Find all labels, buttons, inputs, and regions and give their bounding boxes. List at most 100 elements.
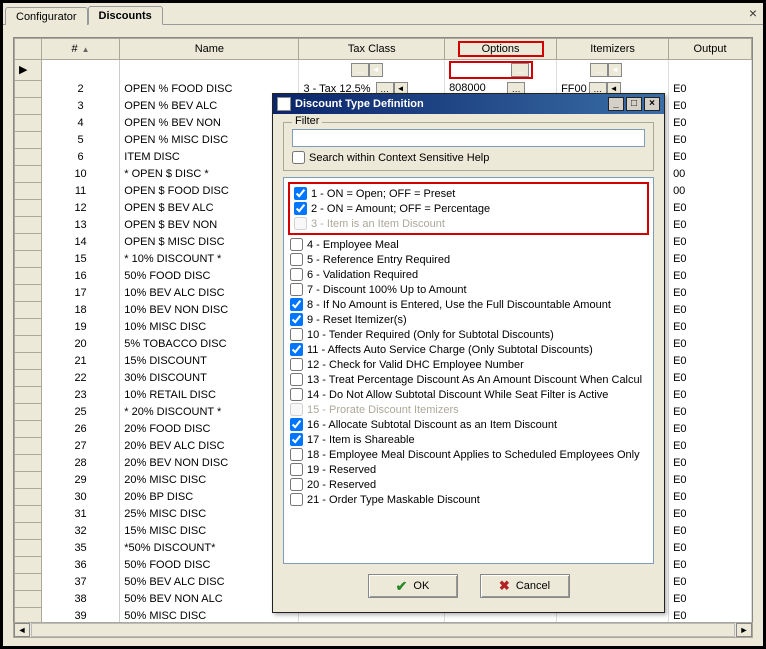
cancel-button[interactable]: ✖ Cancel — [480, 574, 570, 598]
output-cell[interactable]: E0 — [669, 590, 752, 607]
idx-cell[interactable]: 14 — [41, 233, 119, 250]
option-checkbox[interactable] — [290, 343, 303, 356]
option-checkbox[interactable] — [290, 478, 303, 491]
ok-button[interactable]: ✔ OK — [368, 574, 458, 598]
option-item[interactable]: 21 - Order Type Maskable Discount — [288, 492, 649, 507]
idx-cell[interactable]: 17 — [41, 284, 119, 301]
option-checkbox[interactable] — [290, 358, 303, 371]
row-header-cell[interactable] — [15, 488, 42, 505]
row-header-cell[interactable] — [15, 267, 42, 284]
output-cell[interactable]: E0 — [669, 488, 752, 505]
output-cell[interactable]: E0 — [669, 80, 752, 97]
option-checkbox[interactable] — [290, 493, 303, 506]
output-cell[interactable]: E0 — [669, 318, 752, 335]
option-item[interactable]: 10 - Tender Required (Only for Subtotal … — [288, 327, 649, 342]
col-header-options[interactable]: Options — [445, 39, 557, 60]
output-cell[interactable]: E0 — [669, 454, 752, 471]
option-checkbox[interactable] — [290, 463, 303, 476]
output-cell[interactable]: E0 — [669, 267, 752, 284]
row-header-cell[interactable] — [15, 114, 42, 131]
row-header-cell[interactable] — [15, 97, 42, 114]
row-header-cell[interactable] — [15, 80, 42, 97]
option-item[interactable]: 5 - Reference Entry Required — [288, 252, 649, 267]
idx-cell[interactable]: 27 — [41, 437, 119, 454]
option-item[interactable]: 17 - Item is Shareable — [288, 432, 649, 447]
row-header-cell[interactable] — [15, 165, 42, 182]
col-header-idx[interactable]: #▲ — [41, 39, 119, 60]
output-cell[interactable]: E0 — [669, 148, 752, 165]
idx-cell[interactable]: 32 — [41, 522, 119, 539]
idx-cell[interactable]: 12 — [41, 199, 119, 216]
row-header-cell[interactable] — [15, 182, 42, 199]
option-checkbox[interactable] — [290, 298, 303, 311]
option-checkbox[interactable] — [290, 328, 303, 341]
scroll-left-icon[interactable]: ◄ — [14, 623, 30, 637]
options-list[interactable]: 1 - ON = Open; OFF = Preset2 - ON = Amou… — [283, 177, 654, 564]
option-item[interactable]: 4 - Employee Meal — [288, 237, 649, 252]
row-header-cell[interactable] — [15, 437, 42, 454]
idx-cell[interactable]: 2 — [41, 80, 119, 97]
option-checkbox[interactable] — [290, 268, 303, 281]
output-cell[interactable]: E0 — [669, 199, 752, 216]
options-cell[interactable]: C0A180… — [445, 60, 557, 81]
idx-cell[interactable]: 10 — [41, 165, 119, 182]
row-header-cell[interactable] — [15, 369, 42, 386]
option-checkbox[interactable] — [290, 373, 303, 386]
output-cell[interactable]: E0 — [669, 352, 752, 369]
option-item[interactable]: 1 - ON = Open; OFF = Preset — [292, 186, 645, 201]
idx-cell[interactable]: 5 — [41, 131, 119, 148]
option-item[interactable]: 16 - Allocate Subtotal Discount as an It… — [288, 417, 649, 432]
ellipsis-icon[interactable]: … — [351, 63, 369, 77]
idx-cell[interactable]: 29 — [41, 471, 119, 488]
dialog-close-icon[interactable]: × — [644, 97, 660, 111]
output-cell[interactable]: E0 — [669, 386, 752, 403]
option-checkbox[interactable] — [290, 313, 303, 326]
idx-cell[interactable]: 11 — [41, 182, 119, 199]
output-cell[interactable]: E0 — [669, 403, 752, 420]
row-header-cell[interactable] — [15, 471, 42, 488]
row-header-cell[interactable] — [15, 505, 42, 522]
idx-cell[interactable]: 30 — [41, 488, 119, 505]
option-checkbox[interactable] — [290, 283, 303, 296]
row-header-cell[interactable] — [15, 573, 42, 590]
row-header-cell[interactable] — [15, 284, 42, 301]
col-header-itemizers[interactable]: Itemizers — [557, 39, 669, 60]
output-cell[interactable]: E0 — [669, 573, 752, 590]
output-cell[interactable]: E0 — [669, 335, 752, 352]
option-checkbox[interactable] — [294, 187, 307, 200]
row-header-cell[interactable] — [15, 403, 42, 420]
option-checkbox[interactable] — [290, 253, 303, 266]
option-item[interactable]: 6 - Validation Required — [288, 267, 649, 282]
row-header-cell[interactable] — [15, 454, 42, 471]
option-item[interactable]: 19 - Reserved — [288, 462, 649, 477]
output-cell[interactable]: E0 — [669, 216, 752, 233]
row-header-cell[interactable] — [15, 352, 42, 369]
dialog-titlebar[interactable]: Discount Type Definition _ □ × — [273, 94, 664, 114]
col-header-output[interactable]: Output — [669, 39, 752, 60]
scroll-thumb[interactable] — [31, 623, 735, 637]
option-item[interactable]: 11 - Affects Auto Service Charge (Only S… — [288, 342, 649, 357]
option-item[interactable]: 9 - Reset Itemizer(s) — [288, 312, 649, 327]
idx-cell[interactable]: 22 — [41, 369, 119, 386]
idx-cell[interactable]: 25 — [41, 403, 119, 420]
option-checkbox[interactable] — [294, 202, 307, 215]
option-checkbox[interactable] — [290, 448, 303, 461]
output-cell[interactable]: 00 — [669, 182, 752, 199]
chevron-left-icon[interactable]: ◄ — [369, 63, 383, 77]
idx-cell[interactable]: 3 — [41, 97, 119, 114]
option-checkbox[interactable] — [290, 388, 303, 401]
option-item[interactable]: 13 - Treat Percentage Discount As An Amo… — [288, 372, 649, 387]
idx-cell[interactable]: 20 — [41, 335, 119, 352]
output-cell[interactable]: E0 — [669, 301, 752, 318]
row-header-cell[interactable] — [15, 250, 42, 267]
output-cell[interactable]: E0 — [669, 131, 752, 148]
row-header-cell[interactable] — [15, 301, 42, 318]
option-item[interactable]: 20 - Reserved — [288, 477, 649, 492]
ellipsis-icon[interactable]: … — [511, 63, 529, 77]
col-header-name[interactable]: Name — [120, 39, 299, 60]
idx-cell[interactable]: 21 — [41, 352, 119, 369]
row-header-cell[interactable] — [15, 131, 42, 148]
chevron-left-icon[interactable]: ◄ — [608, 63, 622, 77]
row-header-cell[interactable] — [15, 148, 42, 165]
output-cell[interactable]: E0 — [669, 522, 752, 539]
